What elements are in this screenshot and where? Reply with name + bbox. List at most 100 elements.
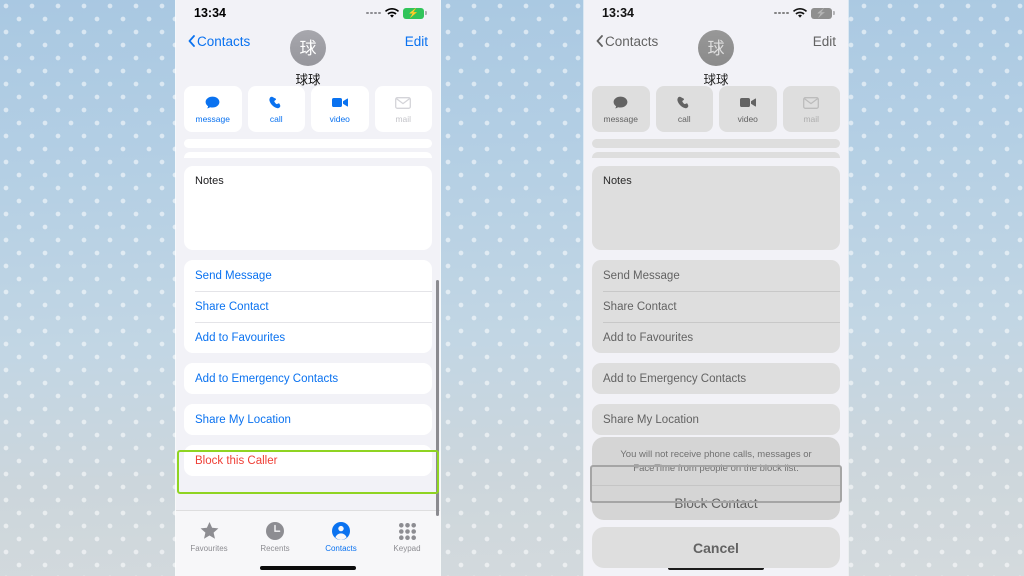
home-indicator (260, 566, 356, 570)
status-time: 13:34 (194, 6, 226, 20)
video-button-label: video (329, 113, 350, 124)
spacer-card-b (184, 152, 432, 158)
tab-bar: Favourites Recents Contacts Keypad (176, 510, 440, 576)
block-this-caller-row[interactable]: Block this Caller (184, 445, 432, 476)
status-bar: 13:34 ⚡ (176, 0, 440, 26)
mail-button: mail (374, 86, 432, 132)
nav-bar-right: Contacts Edit (584, 26, 848, 56)
tab-recents-label: Recents (260, 544, 290, 553)
call-button-label: call (269, 113, 283, 124)
option-group-1: Send Message Share Contact Add to Favour… (184, 260, 432, 353)
notes-label: Notes (603, 175, 632, 187)
person-circle-icon (332, 521, 350, 541)
clock-icon (266, 521, 284, 541)
left-screen-content: 13:34 ⚡ Contacts Edit 球 球球 message call … (176, 0, 440, 576)
mail-button: mail (782, 86, 840, 132)
cancel-button[interactable]: Cancel (592, 527, 840, 568)
block-action-sheet: You will not receive phone calls, messag… (592, 437, 840, 568)
keypad-dots-icon (398, 521, 416, 541)
signal-dots-icon (774, 11, 789, 15)
wifi-icon (793, 7, 807, 19)
phone-screen-left: 13:34 ⚡ Contacts Edit 球 球球 message call … (176, 0, 440, 576)
chevron-left-icon (596, 35, 603, 47)
video-camera-icon (331, 95, 348, 111)
phone-screen-right: 13:34 ⚡ Contacts Edit 球 球球 message call … (584, 0, 848, 576)
quick-actions-row-right: message call video mail (584, 74, 848, 132)
add-to-emergency-contacts-row[interactable]: Add to Emergency Contacts (184, 363, 432, 394)
right-screen-content: 13:34 ⚡ Contacts Edit 球 球球 message call … (584, 0, 848, 576)
option-group-1: Send Message Share Contact Add to Favour… (592, 260, 840, 353)
call-button-label: call (677, 113, 691, 124)
option-group-3: Share My Location (592, 404, 840, 435)
spacer-card-b (592, 152, 840, 158)
add-to-favourites-row[interactable]: Add to Favourites (184, 322, 432, 353)
mail-button-label: mail (395, 113, 412, 124)
notes-card[interactable]: Notes (184, 166, 432, 250)
screenshot-stage: 13:34 ⚡ Contacts Edit 球 球球 message call … (0, 0, 1024, 576)
action-sheet-card: You will not receive phone calls, messag… (592, 437, 840, 520)
call-button: call (655, 86, 713, 132)
option-group-2: Add to Emergency Contacts (184, 363, 432, 394)
envelope-icon (395, 95, 412, 111)
signal-dots-icon (366, 11, 381, 15)
message-button-label: message (603, 113, 639, 124)
tab-contacts[interactable]: Contacts (308, 521, 374, 553)
back-button[interactable]: Contacts (596, 34, 658, 49)
block-contact-button[interactable]: Block Contact (592, 485, 840, 520)
status-indicators: ⚡ (366, 7, 427, 19)
edit-button[interactable]: Edit (813, 34, 836, 49)
notes-label: Notes (195, 175, 224, 187)
back-button-label: Contacts (605, 33, 659, 49)
message-bubble-icon (205, 95, 220, 111)
tab-recents[interactable]: Recents (242, 521, 308, 553)
video-button-label: video (737, 113, 758, 124)
notes-card: Notes (592, 166, 840, 250)
nav-bar: Contacts Edit (176, 26, 440, 56)
quick-actions-row: message call video mail (176, 74, 440, 132)
video-button[interactable]: video (311, 86, 369, 132)
phone-handset-icon (269, 95, 283, 111)
envelope-icon (803, 95, 820, 111)
scrollbar[interactable] (436, 280, 439, 516)
tab-favourites[interactable]: Favourites (176, 521, 242, 553)
wifi-icon (385, 7, 399, 19)
spacer-card-a (184, 139, 432, 148)
edit-button[interactable]: Edit (405, 34, 428, 49)
back-button-label: Contacts (197, 33, 251, 49)
add-to-emergency-contacts-row: Add to Emergency Contacts (603, 372, 747, 385)
option-group-3: Share My Location (184, 404, 432, 435)
mail-button-label: mail (803, 113, 820, 124)
message-bubble-icon (613, 95, 628, 111)
battery-charging-icon: ⚡ (811, 7, 835, 19)
chevron-left-icon (188, 35, 195, 47)
message-button[interactable]: message (184, 86, 242, 132)
send-message-row: Send Message (603, 269, 680, 282)
option-group-4: Block this Caller (184, 445, 432, 476)
share-my-location-row: Share My Location (603, 413, 699, 426)
option-group-2: Add to Emergency Contacts (592, 363, 840, 394)
left-scroll-content: message call video mail Notes Send Messa… (176, 74, 440, 576)
star-icon (200, 521, 219, 541)
tab-keypad[interactable]: Keypad (374, 521, 440, 553)
add-to-favourites-row: Add to Favourites (592, 322, 840, 353)
battery-charging-icon: ⚡ (403, 7, 427, 19)
video-camera-icon (739, 95, 756, 111)
tab-favourites-label: Favourites (190, 544, 228, 553)
spacer-card-a (592, 139, 840, 148)
send-message-row[interactable]: Send Message (184, 260, 432, 291)
call-button[interactable]: call (247, 86, 305, 132)
action-sheet-message: You will not receive phone calls, messag… (620, 449, 812, 474)
video-button: video (719, 86, 777, 132)
status-time-right: 13:34 (602, 6, 634, 20)
status-bar-right: 13:34 ⚡ (584, 0, 848, 26)
message-button-label: message (195, 113, 231, 124)
tab-keypad-label: Keypad (393, 544, 421, 553)
share-contact-row: Share Contact (592, 291, 840, 322)
back-button[interactable]: Contacts (188, 34, 250, 49)
status-indicators-right: ⚡ (774, 7, 835, 19)
share-contact-row[interactable]: Share Contact (184, 291, 432, 322)
tab-contacts-label: Contacts (325, 544, 357, 553)
share-my-location-row[interactable]: Share My Location (184, 404, 432, 435)
message-button: message (592, 86, 650, 132)
phone-handset-icon (677, 95, 691, 111)
